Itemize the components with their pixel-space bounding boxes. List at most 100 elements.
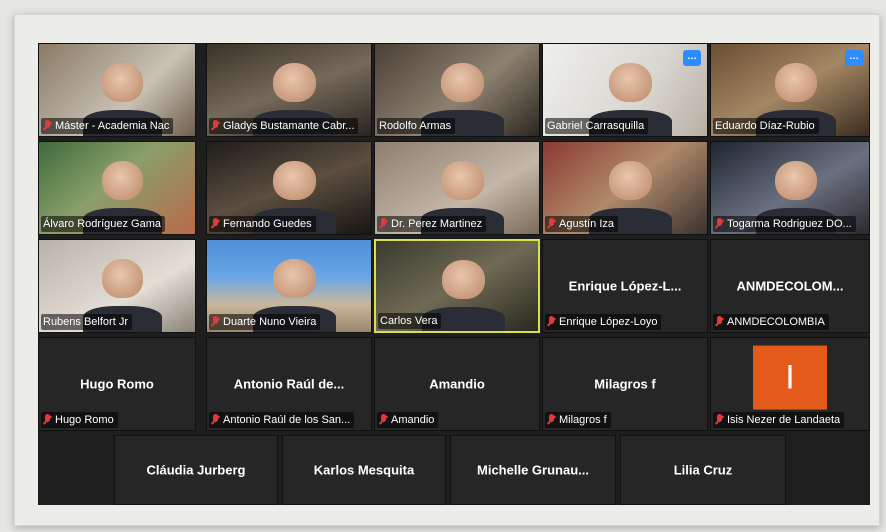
participant-name-label: Milagros f: [559, 414, 607, 426]
participant-tile-eduardo-diaz-rubio[interactable]: … Eduardo Díaz-Rubio: [710, 43, 870, 137]
mic-muted-icon: [379, 218, 388, 230]
participant-name-tag: Máster - Academia Nac: [41, 118, 174, 134]
participant-name-label: Hugo Romo: [55, 414, 114, 426]
more-options-icon[interactable]: …: [683, 50, 701, 66]
participant-display-name: Michelle Grunau...: [477, 462, 589, 478]
participant-video: [102, 161, 143, 200]
participant-display-name: Milagros f: [594, 376, 656, 392]
mic-muted-icon: [43, 414, 52, 426]
mic-muted-icon: [211, 218, 220, 230]
mic-muted-icon: [211, 316, 220, 328]
participant-tile-karlos-mesquita[interactable]: Karlos Mesquita: [282, 435, 446, 505]
participant-tile-fernando-guedes[interactable]: Fernando Guedes: [206, 141, 372, 235]
participant-name-tag: Rodolfo Armas: [377, 118, 456, 134]
mic-muted-icon: [547, 218, 556, 230]
participant-video: [102, 63, 143, 102]
participant-video: [775, 161, 817, 200]
participant-name-tag: Duarte Nuno Vieira: [209, 314, 321, 330]
participant-tile-isis-nezer-de-landaeta[interactable]: I Isis Nezer de Landaeta: [710, 337, 870, 431]
participant-tile-amandio[interactable]: Amandio Amandio: [374, 337, 540, 431]
participant-video: [775, 63, 817, 102]
mic-muted-icon: [715, 414, 724, 426]
participant-name-label: Rodolfo Armas: [379, 120, 452, 132]
avatar: I: [753, 345, 827, 410]
participant-name-label: Rubens Belfort Jr: [43, 316, 128, 328]
participant-name-tag: Togarma Rodriguez DO...: [713, 216, 856, 232]
participant-name-tag: Agustín Iza: [545, 216, 619, 232]
participant-name-tag: ANMDECOLOMBIA: [713, 314, 829, 330]
participant-video: [273, 63, 316, 102]
participant-name-label: Duarte Nuno Vieira: [223, 316, 317, 328]
participant-video: [609, 161, 652, 200]
participant-name-tag: Gabriel Carrasquilla: [545, 118, 649, 134]
participant-name-label: Gabriel Carrasquilla: [547, 120, 645, 132]
participant-video: [609, 63, 652, 102]
participant-name-label: Enrique López-Loyo: [559, 316, 658, 328]
participant-name-tag: Enrique López-Loyo: [545, 314, 662, 330]
participant-video: [273, 161, 316, 200]
participant-name-label: Isis Nezer de Landaeta: [727, 414, 841, 426]
participant-name-label: Fernando Guedes: [223, 218, 312, 230]
participant-video: [273, 259, 316, 298]
participant-tile-enrique-lopez-loyo[interactable]: Enrique López-L... Enrique López-Loyo: [542, 239, 708, 333]
participant-name-tag: Dr. Perez Martinez: [377, 216, 487, 232]
participant-video: [441, 63, 484, 102]
participant-name-label: Álvaro Rodríguez Gama: [43, 218, 161, 230]
more-options-icon[interactable]: …: [845, 50, 863, 66]
participant-name-tag: Hugo Romo: [41, 412, 118, 428]
participant-tile-dr-perez-martinez[interactable]: Dr. Perez Martinez: [374, 141, 540, 235]
participant-tile-michelle-grunau[interactable]: Michelle Grunau...: [450, 435, 616, 505]
participant-display-name: ANMDECOLOM...: [736, 278, 844, 294]
participant-name-label: Agustín Iza: [559, 218, 615, 230]
participant-name-label: Eduardo Díaz-Rubio: [715, 120, 815, 132]
mic-muted-icon: [379, 414, 388, 426]
mic-muted-icon: [715, 218, 724, 230]
participant-name-label: Togarma Rodriguez DO...: [727, 218, 852, 230]
participant-tile-gladys-bustamante-cabr[interactable]: Gladys Bustamante Cabr...: [206, 43, 372, 137]
mic-muted-icon: [211, 414, 220, 426]
participant-name-tag: Carlos Vera: [378, 313, 442, 329]
participant-tile-anmdecolombia[interactable]: ANMDECOLOM... ANMDECOLOMBIA: [710, 239, 870, 333]
participant-tile-hugo-romo[interactable]: Hugo Romo Hugo Romo: [38, 337, 196, 431]
participant-name-label: Carlos Vera: [380, 315, 438, 327]
participant-tile-carlos-vera[interactable]: Carlos Vera: [374, 239, 540, 333]
participant-name-label: Dr. Perez Martinez: [391, 218, 483, 230]
mic-muted-icon: [211, 120, 220, 132]
participant-name-tag: Fernando Guedes: [209, 216, 316, 232]
gallery-view: Máster - Academia Nac Gladys Bustamante C…: [38, 43, 870, 505]
participant-display-name: Enrique López-L...: [568, 278, 682, 294]
participant-tile-claudia-jurberg[interactable]: Cláudia Jurberg: [114, 435, 278, 505]
participant-video: [442, 260, 485, 299]
participant-name-tag: Álvaro Rodríguez Gama: [41, 216, 165, 232]
participant-name-tag: Milagros f: [545, 412, 611, 428]
participant-tile-duarte-nuno-vieira[interactable]: Duarte Nuno Vieira: [206, 239, 372, 333]
mic-muted-icon: [547, 316, 556, 328]
participant-name-tag: Isis Nezer de Landaeta: [713, 412, 845, 428]
participant-name-label: Antonio Raúl de los San...: [223, 414, 351, 426]
participant-display-name: Karlos Mesquita: [313, 462, 415, 478]
participant-display-name: Lilia Cruz: [673, 462, 733, 478]
participant-name-tag: Rubens Belfort Jr: [41, 314, 132, 330]
participant-display-name: Antonio Raúl de...: [233, 376, 345, 392]
participant-name-label: Amandio: [391, 414, 435, 426]
participant-name-label: Gladys Bustamante Cabr...: [223, 120, 355, 132]
participant-display-name: Amandio: [429, 376, 485, 392]
participant-tile-rubens-belfort-jr[interactable]: Rubens Belfort Jr: [38, 239, 196, 333]
participant-name-tag: Eduardo Díaz-Rubio: [713, 118, 819, 134]
mic-muted-icon: [547, 414, 556, 426]
participant-name-tag: Amandio: [377, 412, 439, 428]
participant-tile-master-academia-nac[interactable]: Máster - Academia Nac: [38, 43, 196, 137]
participant-tile-agustin-iza[interactable]: Agustín Iza: [542, 141, 708, 235]
participant-tile-antonio-raul-de-los-san[interactable]: Antonio Raúl de... Antonio Raúl de los Sa…: [206, 337, 372, 431]
participant-display-name: Cláudia Jurberg: [146, 462, 246, 478]
participant-tile-milagros-f[interactable]: Milagros f Milagros f: [542, 337, 708, 431]
participant-video: [102, 259, 143, 298]
participant-name-label: Máster - Academia Nac: [55, 120, 170, 132]
participant-tile-lilia-cruz[interactable]: Lilia Cruz: [620, 435, 786, 505]
participant-tile-gabriel-carrasquilla[interactable]: … Gabriel Carrasquilla: [542, 43, 708, 137]
participant-tile-rodolfo-armas[interactable]: Rodolfo Armas: [374, 43, 540, 137]
participant-tile-alvaro-rodriguez-gama[interactable]: Álvaro Rodríguez Gama: [38, 141, 196, 235]
participant-tile-togarma-rodriguez-do[interactable]: Togarma Rodriguez DO...: [710, 141, 870, 235]
participant-display-name: Hugo Romo: [80, 376, 154, 392]
mic-muted-icon: [715, 316, 724, 328]
